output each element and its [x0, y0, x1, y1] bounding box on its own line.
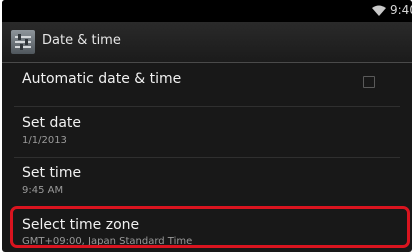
automatic-date-time-label: Automatic date & time [22, 71, 182, 87]
set-date-item[interactable]: Set date 1/1/2013 [2, 107, 412, 151]
action-bar: Date & time [2, 22, 412, 63]
automatic-date-time-checkbox[interactable] [363, 76, 375, 88]
status-time: 9:40 [390, 3, 412, 17]
settings-icon[interactable] [11, 30, 35, 54]
automatic-date-time-item[interactable]: Automatic date & time [2, 62, 412, 106]
page-title: Date & time [42, 33, 121, 48]
set-date-value: 1/1/2013 [22, 135, 67, 146]
set-time-value: 9:45 AM [22, 185, 64, 196]
set-date-label: Set date [22, 115, 82, 131]
status-bar: 9:40 [2, 0, 412, 22]
set-time-item[interactable]: Set time 9:45 AM [2, 158, 412, 202]
set-time-label: Set time [22, 165, 82, 181]
wifi-icon [372, 5, 386, 16]
highlight-frame [10, 206, 410, 248]
settings-screen: 9:40 Date & time Automatic date & time S… [2, 0, 412, 252]
